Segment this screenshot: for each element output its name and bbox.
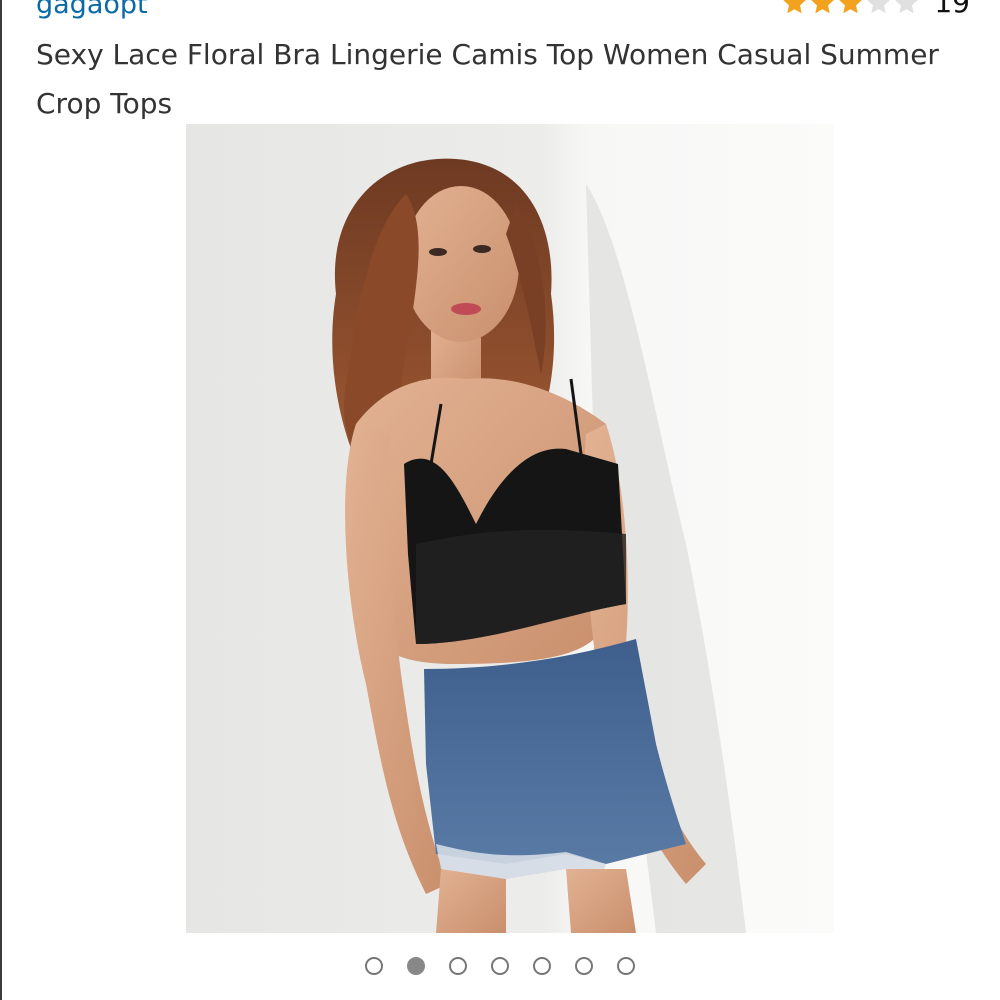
star-filled-icon: [811, 0, 835, 14]
star-empty-icon: [895, 0, 919, 14]
star-empty-icon: [867, 0, 891, 14]
brand-link[interactable]: gagaopt: [36, 0, 148, 22]
carousel-dot[interactable]: [617, 957, 635, 975]
product-page: gagaopt 19 Sexy Lace Floral Bra Lingerie…: [0, 0, 1000, 1000]
carousel-dot[interactable]: [449, 957, 467, 975]
carousel-dot[interactable]: [575, 957, 593, 975]
left-border: [0, 0, 2, 1000]
carousel-dot[interactable]: [365, 957, 383, 975]
star-rating: [781, 0, 920, 16]
carousel-dot[interactable]: [533, 957, 551, 975]
star-filled-icon: [783, 0, 807, 14]
rating-summary[interactable]: 19: [781, 0, 970, 20]
model-photo: [186, 124, 834, 933]
carousel-dot[interactable]: [407, 957, 425, 975]
star-filled-icon: [839, 0, 863, 14]
product-title: Sexy Lace Floral Bra Lingerie Camis Top …: [36, 38, 939, 120]
carousel-dot[interactable]: [491, 957, 509, 975]
review-count[interactable]: 19: [934, 0, 970, 20]
carousel-indicator: [0, 954, 1000, 978]
product-image[interactable]: [186, 124, 834, 933]
